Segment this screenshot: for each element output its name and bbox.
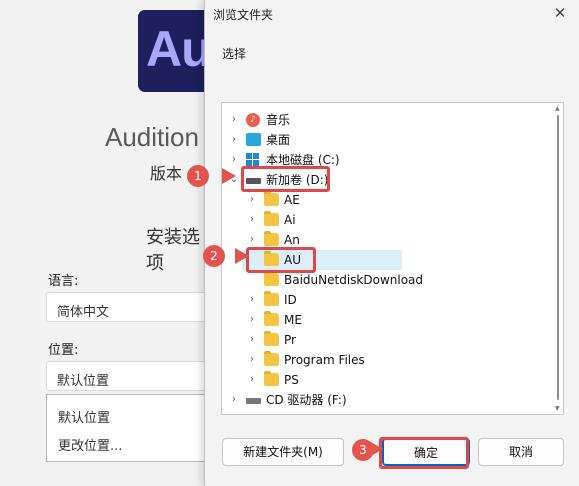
location-label: 位置: (48, 343, 79, 358)
location-dropdown: 默认位置 更改位置... (46, 394, 210, 462)
app-title: Audition (105, 122, 199, 152)
chevron-right-icon[interactable]: › (246, 230, 258, 250)
tree-item[interactable]: › Ai (242, 210, 402, 230)
step-2-badge: 2 (203, 245, 225, 267)
chevron-right-icon[interactable]: › (228, 390, 240, 410)
tree-item[interactable]: › ME (242, 310, 402, 330)
chevron-right-icon[interactable] (246, 270, 258, 290)
dialog-title: 浏览文件夹 (213, 8, 274, 22)
tree-item-label: 音乐 (266, 113, 291, 127)
browse-folder-dialog: 浏览文件夹 ✕ 选择 ▲ ▼ › ♪ 音乐 › 桌面 › 本地磁盘 (C:) ⌄ 新加卷 (D:… (204, 0, 579, 486)
tree-item[interactable]: › PS (242, 370, 402, 390)
audition-logo: Au (138, 10, 210, 92)
tree-item[interactable]: › ID (242, 290, 402, 310)
cancel-button[interactable]: 取消 (478, 438, 564, 466)
folder-icon (264, 231, 279, 246)
tree-item[interactable]: ⌄ 新加卷 (D:) (224, 170, 444, 190)
step-3-badge: 3 (352, 439, 374, 461)
version-label: 版本 (150, 164, 183, 183)
installer-window: Au Audition 版本 安装选项 语言: 简体中文 位置: 默认位置 默认… (0, 0, 210, 486)
chevron-right-icon[interactable]: › (246, 310, 258, 330)
language-label: 语言: (48, 274, 79, 289)
tree-item-label: Ai (284, 213, 296, 227)
scrollbar[interactable] (557, 115, 559, 400)
tree-item-label: An (284, 233, 300, 247)
language-select[interactable]: 简体中文 (46, 292, 210, 322)
tree-item-label: CD 驱动器 (F:) (266, 393, 347, 407)
arrow-step-2 (235, 248, 249, 264)
chevron-right-icon[interactable]: › (246, 330, 258, 350)
folder-tree[interactable]: ▲ ▼ › ♪ 音乐 › 桌面 › 本地磁盘 (C:) ⌄ 新加卷 (D:) › AE › Ai › An A… (221, 102, 564, 415)
drive-icon (246, 178, 261, 184)
tree-item[interactable]: › Pr (242, 330, 402, 350)
tree-item[interactable]: › ♪ 音乐 (224, 110, 444, 130)
folder-icon (264, 191, 279, 206)
tree-item[interactable]: › 桌面 (224, 130, 444, 150)
tree-item-label: 桌面 (266, 133, 291, 147)
chevron-right-icon[interactable]: › (228, 130, 240, 150)
tree-item-label: AU (284, 253, 301, 267)
windows-drive-icon (246, 153, 260, 167)
scroll-up-icon[interactable]: ▲ (555, 105, 561, 112)
dialog-prompt: 选择 (222, 47, 247, 61)
folder-icon (264, 331, 279, 346)
folder-icon (264, 251, 279, 266)
arrow-step-1 (222, 168, 236, 184)
tree-item-label: BaiduNetdiskDownload (284, 273, 424, 287)
scroll-down-icon[interactable]: ▼ (555, 405, 561, 412)
chevron-right-icon[interactable]: › (246, 370, 258, 390)
tree-item[interactable]: › CD 驱动器 (F:) (224, 390, 444, 410)
tree-item-label: Program Files (284, 353, 365, 367)
chevron-right-icon[interactable]: › (246, 290, 258, 310)
chevron-right-icon[interactable]: › (246, 190, 258, 210)
chevron-right-icon[interactable]: › (246, 210, 258, 230)
music-icon: ♪ (246, 113, 260, 127)
tree-item-label: ID (284, 293, 297, 307)
install-options-title: 安装选项 (146, 227, 200, 274)
tree-item-label: ME (284, 313, 302, 327)
location-select[interactable]: 默认位置 (46, 361, 210, 391)
chevron-right-icon[interactable]: › (228, 150, 240, 170)
tree-item[interactable]: › An (242, 230, 402, 250)
tree-item-label: 本地磁盘 (C:) (266, 153, 340, 167)
location-option-default[interactable]: 默认位置 (58, 407, 110, 426)
tree-item-label: 新加卷 (D:) (266, 173, 329, 187)
new-folder-button[interactable]: 新建文件夹(M) (222, 438, 344, 466)
tree-item-label: PS (284, 373, 299, 387)
tree-item[interactable]: BaiduNetdiskDownload (242, 270, 423, 290)
folder-icon (264, 371, 279, 386)
tree-item-label: Pr (284, 333, 296, 347)
tree-item[interactable]: › Program Files (242, 350, 402, 370)
cd-drive-icon (246, 398, 261, 404)
desktop-icon (246, 133, 261, 146)
location-option-change[interactable]: 更改位置... (58, 435, 122, 454)
folder-icon (264, 211, 279, 226)
folder-icon (264, 291, 279, 306)
tree-item[interactable]: AU (242, 250, 402, 270)
ok-button[interactable]: 确定 (382, 438, 470, 466)
folder-icon (264, 271, 279, 286)
chevron-right-icon[interactable]: › (246, 350, 258, 370)
step-1-badge: 1 (187, 165, 209, 187)
tree-item[interactable]: › 本地磁盘 (C:) (224, 150, 444, 170)
folder-icon (264, 351, 279, 366)
chevron-right-icon[interactable]: › (228, 110, 240, 130)
close-icon[interactable]: ✕ (548, 3, 572, 23)
folder-icon (264, 311, 279, 326)
tree-item[interactable]: › AE (242, 190, 402, 210)
tree-item-label: AE (284, 193, 300, 207)
